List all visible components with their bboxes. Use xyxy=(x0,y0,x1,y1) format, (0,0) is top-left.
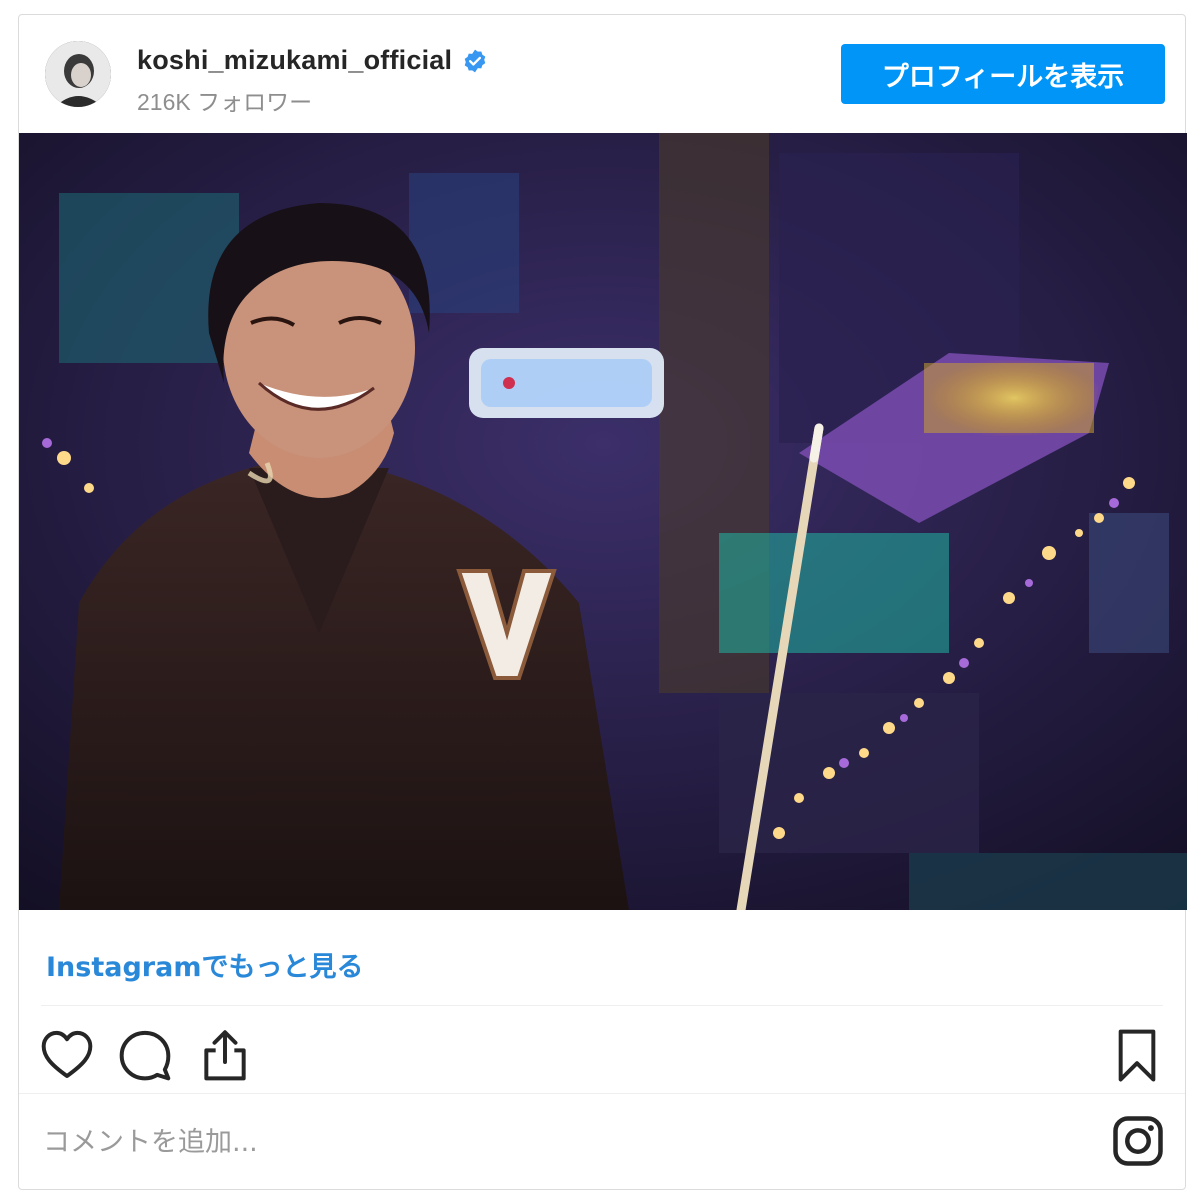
verified-badge-icon xyxy=(464,49,486,72)
username[interactable]: koshi_mizukami_official xyxy=(137,45,452,76)
bookmark-icon[interactable] xyxy=(1109,1027,1165,1083)
follower-count: 216K フォロワー xyxy=(137,89,313,115)
post-header: koshi_mizukami_official 216K フォロワー プロフィー… xyxy=(19,15,1185,133)
comment-row xyxy=(19,1094,1185,1190)
instagram-icon[interactable] xyxy=(1111,1114,1165,1168)
avatar[interactable] xyxy=(45,41,111,107)
heart-icon[interactable] xyxy=(39,1027,95,1083)
share-icon[interactable] xyxy=(197,1027,253,1083)
username-row: koshi_mizukami_official xyxy=(137,45,488,76)
action-bar xyxy=(19,1021,1185,1093)
post-photo[interactable] xyxy=(19,133,1187,910)
view-profile-button[interactable]: プロフィールを表示 xyxy=(841,44,1165,104)
add-comment-input[interactable] xyxy=(41,1116,945,1168)
post-image xyxy=(19,133,1187,910)
instagram-embed-card: koshi_mizukami_official 216K フォロワー プロフィー… xyxy=(18,14,1187,1190)
divider xyxy=(41,1005,1163,1006)
avatar-image xyxy=(45,41,111,107)
view-more-on-instagram-link[interactable]: Instagramでもっと見る xyxy=(46,945,363,984)
comment-icon[interactable] xyxy=(117,1027,173,1083)
